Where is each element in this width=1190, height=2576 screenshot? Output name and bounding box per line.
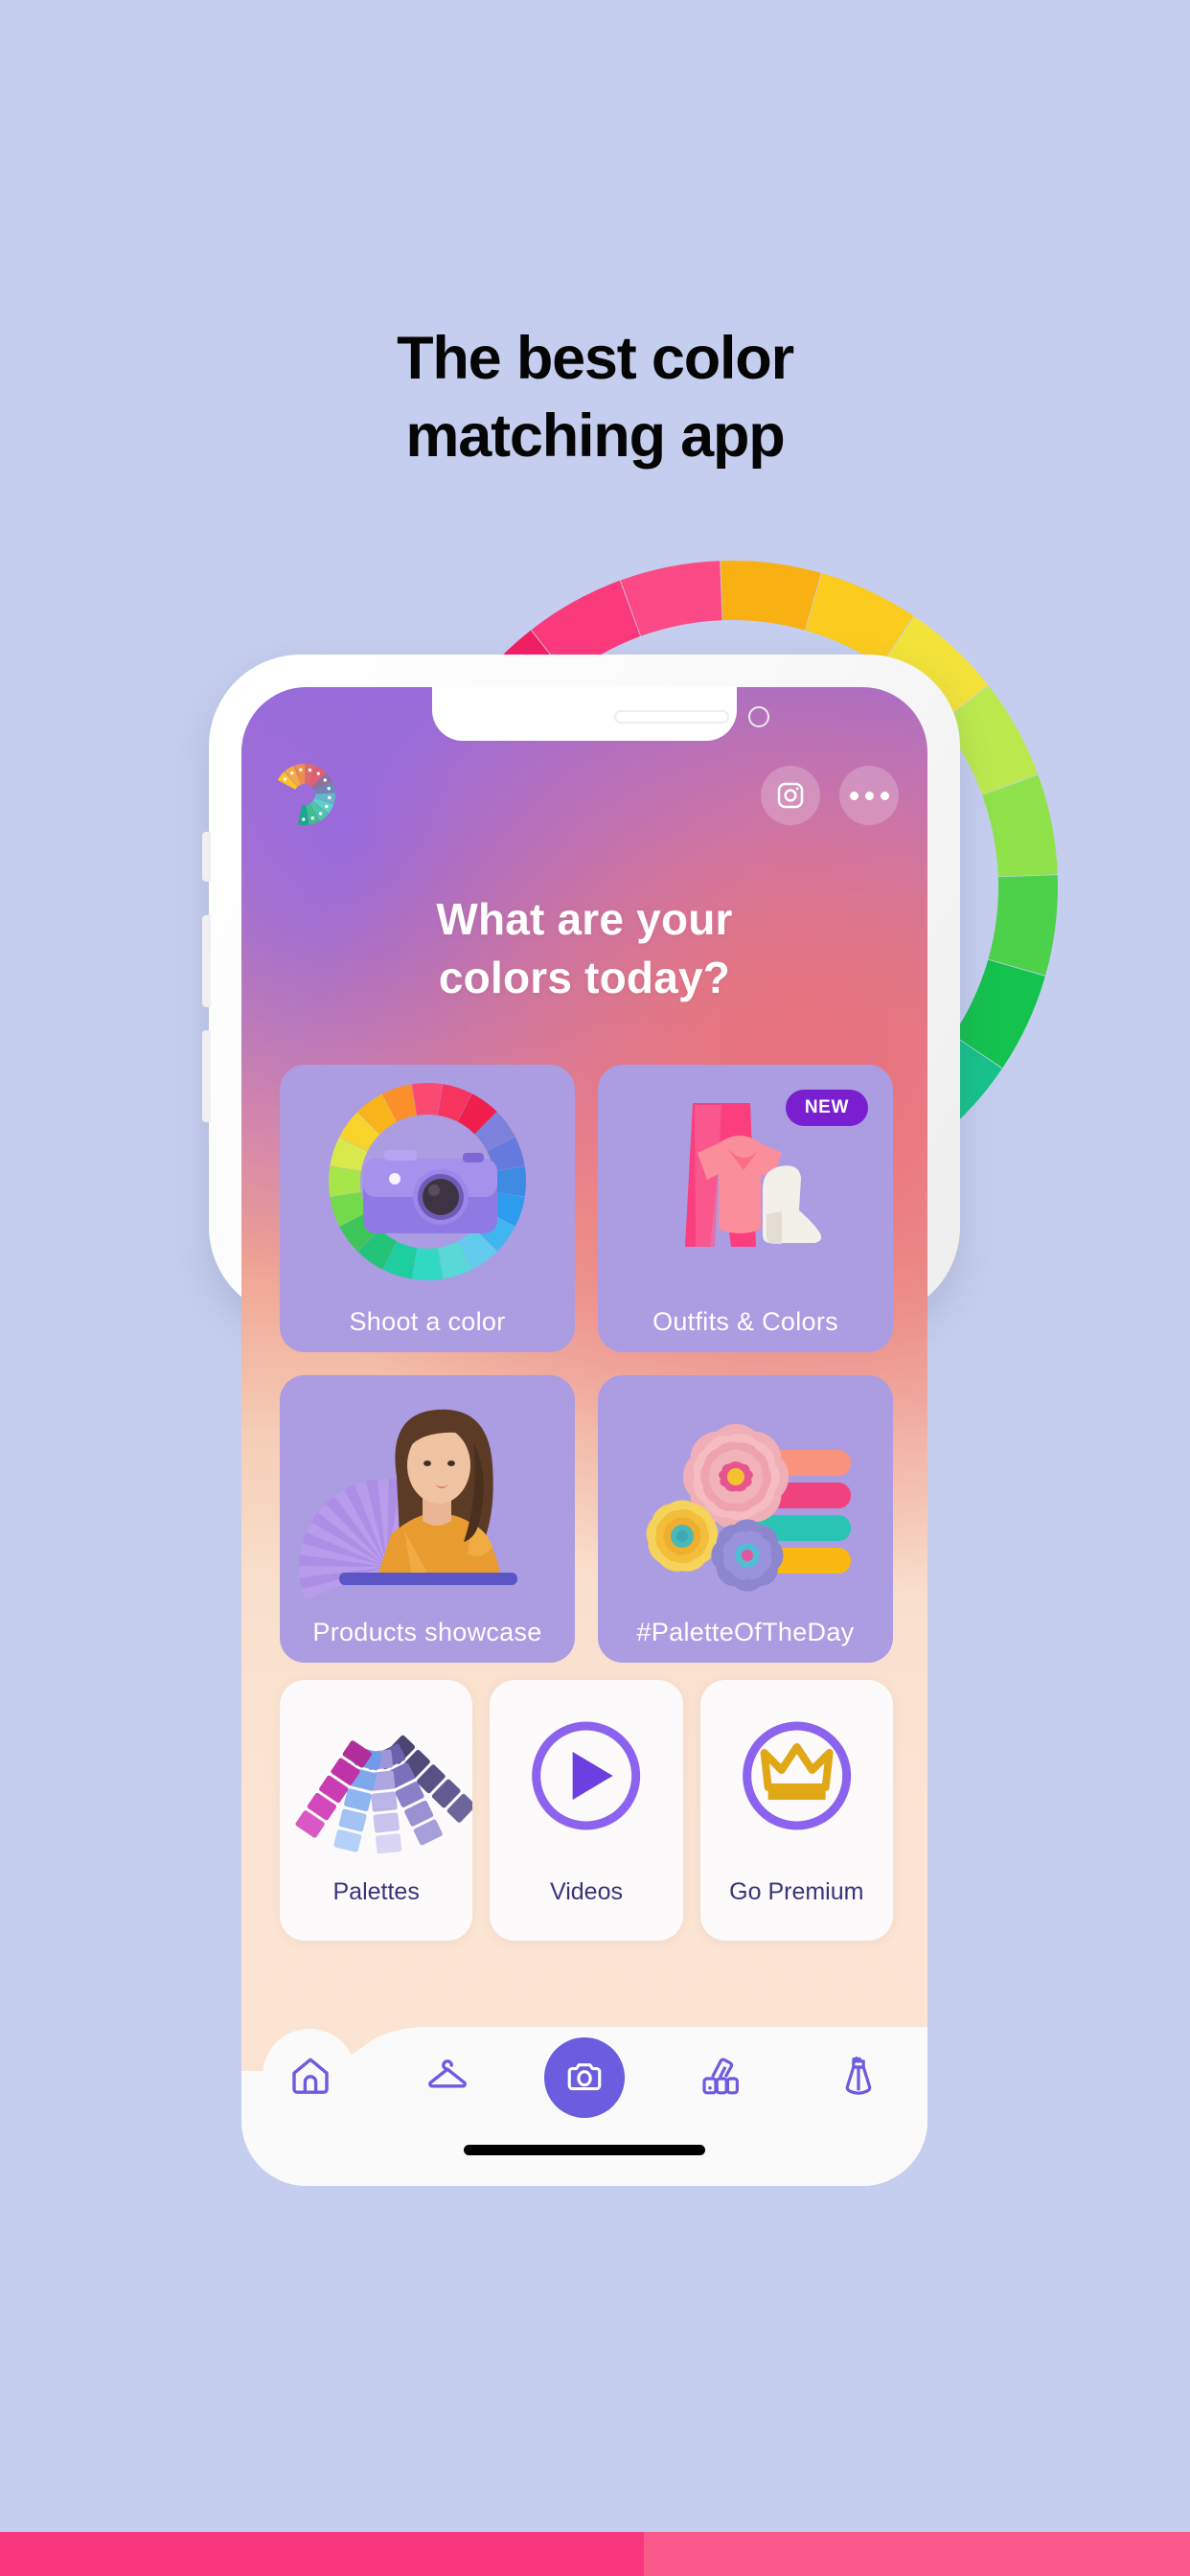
phone-screen: What are your colors today? Shoot a colo…	[241, 687, 927, 2186]
page-title: The best color matching app	[0, 320, 1190, 474]
model-illustration-icon	[280, 1385, 575, 1607]
card-palettes[interactable]: Palettes	[280, 1680, 473, 1941]
app-header	[241, 737, 927, 852]
card-label: Go Premium	[729, 1878, 864, 1905]
card-label: Palettes	[332, 1878, 420, 1905]
card-label: Videos	[549, 1878, 623, 1905]
card-products-showcase[interactable]: Products showcase	[280, 1375, 575, 1663]
speaker-pill-icon	[614, 710, 729, 724]
home-icon	[287, 2053, 333, 2104]
app-heading-line-2: colors today?	[438, 952, 731, 1002]
bottom-color-strip	[0, 2532, 1190, 2576]
new-badge: NEW	[785, 1090, 868, 1126]
card-label: #PaletteOfTheDay	[636, 1618, 855, 1646]
card-outfits-and-colors[interactable]: NEW Outfits & Colors	[598, 1065, 893, 1352]
nav-item-home[interactable]	[241, 2053, 378, 2104]
color-fan-logo-icon	[270, 760, 339, 829]
feature-card-grid: Shoot a color NEW Outfits & Colors Produ…	[280, 1065, 893, 1663]
card-label: Products showcase	[312, 1618, 542, 1646]
instagram-icon[interactable]	[761, 766, 820, 825]
camera-icon	[544, 2037, 625, 2118]
nav-item-palettes[interactable]	[653, 2053, 790, 2104]
color-wheel-camera-icon	[280, 1074, 575, 1297]
card-label: Shoot a color	[349, 1307, 506, 1336]
strip-right	[644, 2532, 1190, 2576]
phone-mute-switch	[202, 832, 211, 882]
swatch-fan-icon	[280, 1703, 473, 1854]
strip-left	[0, 2532, 644, 2576]
crown-circle-icon	[700, 1703, 893, 1854]
headline-line-2: matching app	[405, 402, 785, 470]
front-camera-dot-icon	[748, 706, 769, 727]
play-circle-icon	[490, 1703, 682, 1854]
paper-flowers-icon	[598, 1385, 893, 1607]
dress-icon	[835, 2053, 881, 2104]
phone-notch	[432, 687, 769, 741]
nav-item-dress[interactable]	[790, 2053, 927, 2104]
swatches-icon	[698, 2053, 744, 2104]
bottom-navigation	[241, 2021, 927, 2186]
app-heading-line-1: What are your	[436, 894, 733, 944]
card-label: Outfits & Colors	[652, 1307, 838, 1336]
nav-item-camera[interactable]	[515, 2037, 652, 2118]
home-indicator	[464, 2145, 705, 2155]
nav-item-wardrobe[interactable]	[378, 2053, 515, 2104]
quick-action-row: Palettes Videos Go Premium	[280, 1680, 893, 1941]
phone-volume-up-button	[202, 915, 211, 1007]
phone-mockup: What are your colors today? Shoot a colo…	[202, 655, 960, 2186]
more-options-icon[interactable]	[839, 766, 899, 825]
hanger-icon	[424, 2053, 470, 2104]
phone-volume-down-button	[202, 1030, 211, 1122]
card-go-premium[interactable]: Go Premium	[699, 1680, 893, 1941]
card-palette-of-the-day[interactable]: #PaletteOfTheDay	[598, 1375, 893, 1663]
app-heading: What are your colors today?	[241, 890, 927, 1006]
headline-line-1: The best color	[397, 325, 794, 392]
card-shoot-a-color[interactable]: Shoot a color	[280, 1065, 575, 1352]
card-videos[interactable]: Videos	[490, 1680, 683, 1941]
